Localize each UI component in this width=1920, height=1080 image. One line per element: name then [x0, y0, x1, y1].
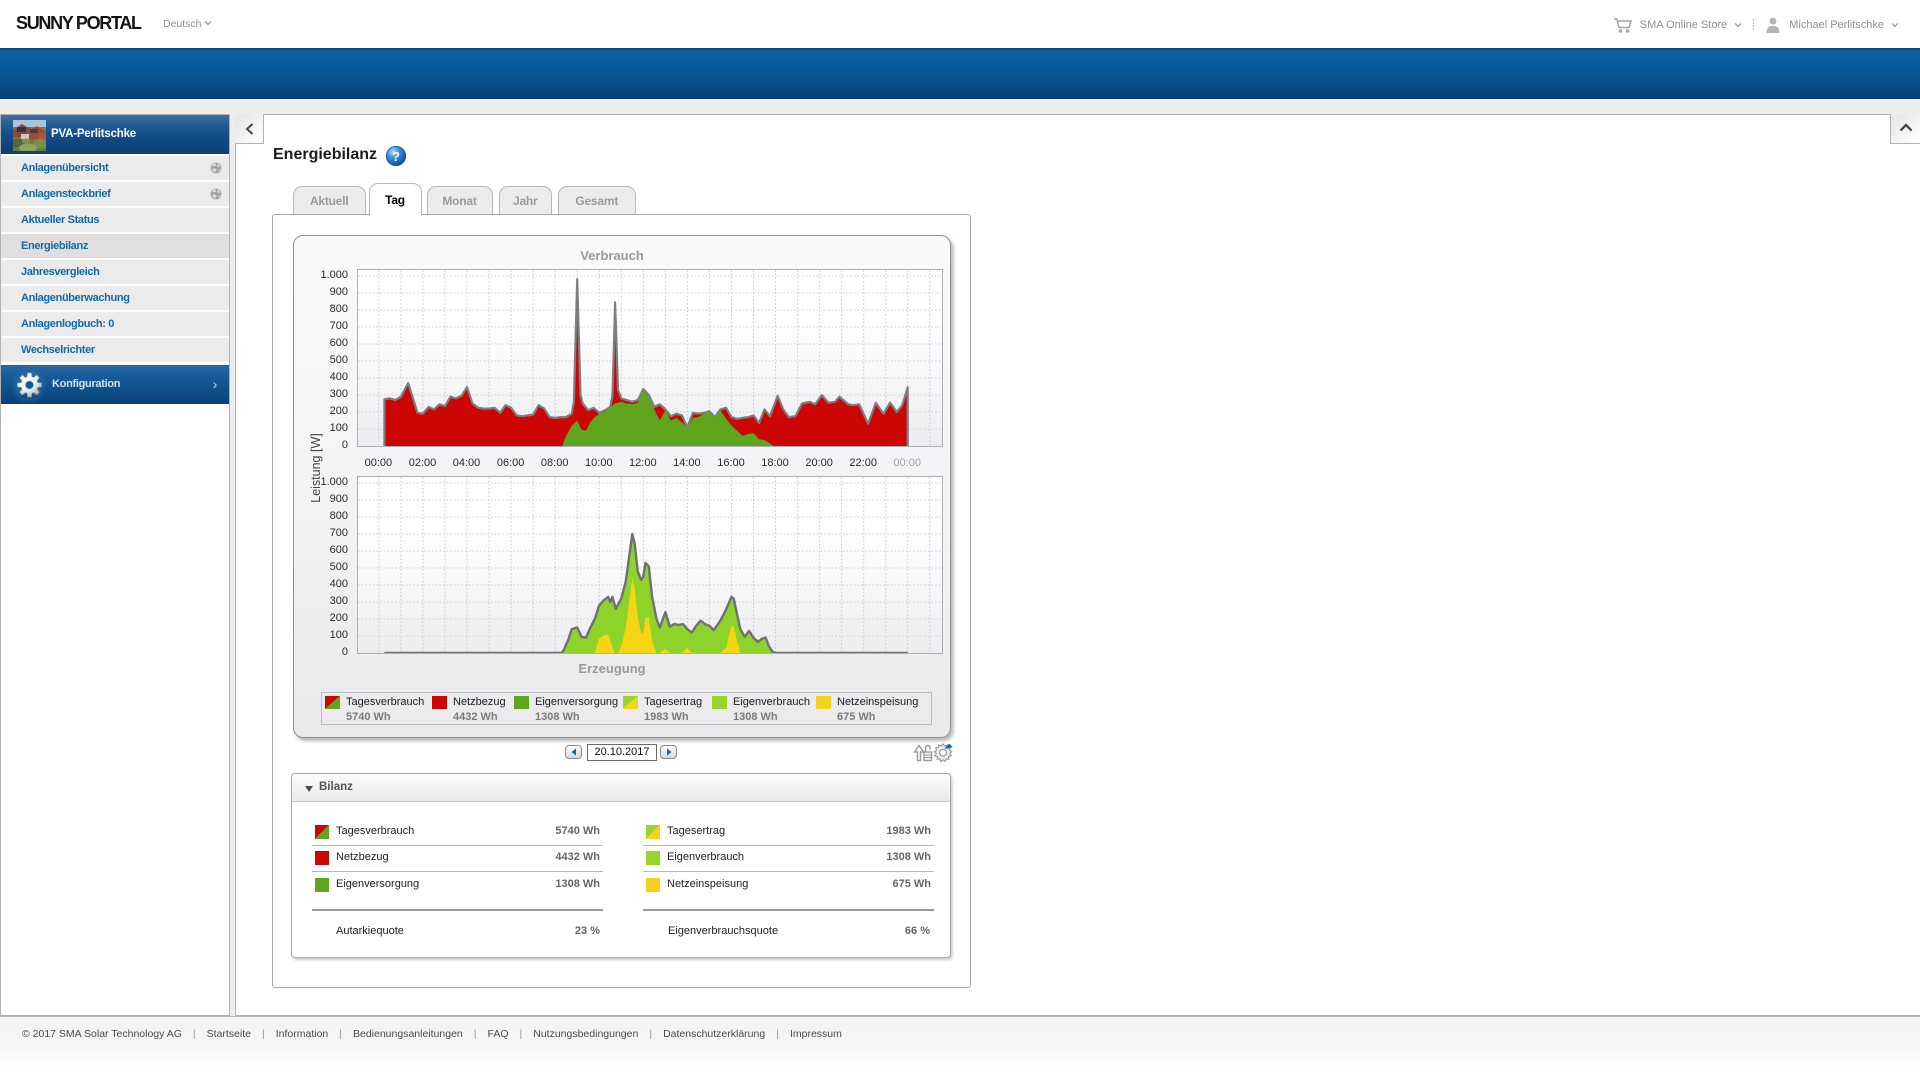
svg-text:?: ?: [392, 149, 400, 164]
